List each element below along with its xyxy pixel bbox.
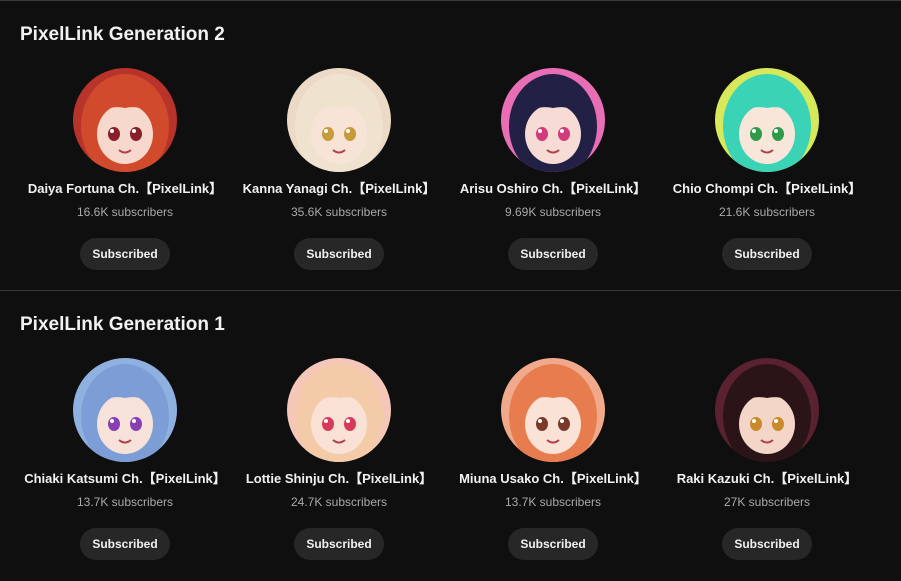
subscriber-count: 35.6K subscribers bbox=[290, 205, 388, 219]
channel-row: Daiya Fortuna Ch.【PixelLink】 16.6K subsc… bbox=[18, 68, 874, 270]
channel-name[interactable]: Chiaki Katsumi Ch.【PixelLink】 bbox=[24, 470, 226, 488]
subscriber-count: 9.69K subscribers bbox=[504, 205, 602, 219]
channel-name[interactable]: Raki Kazuki Ch.【PixelLink】 bbox=[677, 470, 858, 488]
channel-avatar[interactable] bbox=[501, 358, 605, 462]
channel-avatar[interactable] bbox=[287, 358, 391, 462]
channel-avatar[interactable] bbox=[715, 68, 819, 172]
subscribed-button[interactable]: Subscribed bbox=[294, 238, 384, 270]
shelf-generation-2: PixelLink Generation 2 Daiya Fortuna Ch.… bbox=[0, 0, 901, 290]
subscribed-button[interactable]: Subscribed bbox=[294, 528, 384, 560]
channel-card: Chiaki Katsumi Ch.【PixelLink】 13.7K subs… bbox=[18, 358, 232, 560]
subscribed-button[interactable]: Subscribed bbox=[722, 238, 812, 270]
channel-avatar[interactable] bbox=[501, 68, 605, 172]
channel-avatar[interactable] bbox=[287, 68, 391, 172]
channel-card: Raki Kazuki Ch.【PixelLink】 27K subscribe… bbox=[660, 358, 874, 560]
subscribed-button[interactable]: Subscribed bbox=[508, 528, 598, 560]
channel-name[interactable]: Miuna Usako Ch.【PixelLink】 bbox=[459, 470, 647, 488]
channel-row: Chiaki Katsumi Ch.【PixelLink】 13.7K subs… bbox=[18, 358, 874, 560]
channel-card: Chio Chompi Ch.【PixelLink】 21.6K subscri… bbox=[660, 68, 874, 270]
subscriber-count: 24.7K subscribers bbox=[290, 495, 388, 509]
subscriber-count: 13.7K subscribers bbox=[76, 495, 174, 509]
channel-avatar[interactable] bbox=[73, 68, 177, 172]
channel-avatar[interactable] bbox=[715, 358, 819, 462]
subscriber-count: 21.6K subscribers bbox=[718, 205, 816, 219]
channel-name[interactable]: Arisu Oshiro Ch.【PixelLink】 bbox=[460, 180, 646, 198]
shelf-generation-1: PixelLink Generation 1 Chiaki Katsumi Ch… bbox=[0, 290, 901, 580]
channel-card: Daiya Fortuna Ch.【PixelLink】 16.6K subsc… bbox=[18, 68, 232, 270]
subscribed-button[interactable]: Subscribed bbox=[80, 528, 170, 560]
subscriber-count: 13.7K subscribers bbox=[504, 495, 602, 509]
channel-avatar[interactable] bbox=[73, 358, 177, 462]
channel-name[interactable]: Lottie Shinju Ch.【PixelLink】 bbox=[246, 470, 432, 488]
channel-card: Miuna Usako Ch.【PixelLink】 13.7K subscri… bbox=[446, 358, 660, 560]
subscriber-count: 16.6K subscribers bbox=[76, 205, 174, 219]
shelf-title[interactable]: PixelLink Generation 2 bbox=[20, 24, 225, 46]
shelf-title[interactable]: PixelLink Generation 1 bbox=[20, 314, 225, 336]
channel-name[interactable]: Daiya Fortuna Ch.【PixelLink】 bbox=[28, 180, 222, 198]
subscribed-button[interactable]: Subscribed bbox=[80, 238, 170, 270]
subscribed-button[interactable]: Subscribed bbox=[722, 528, 812, 560]
channel-card: Lottie Shinju Ch.【PixelLink】 24.7K subsc… bbox=[232, 358, 446, 560]
channel-name[interactable]: Kanna Yanagi Ch.【PixelLink】 bbox=[243, 180, 436, 198]
channel-card: Arisu Oshiro Ch.【PixelLink】 9.69K subscr… bbox=[446, 68, 660, 270]
subscribed-button[interactable]: Subscribed bbox=[508, 238, 598, 270]
channel-name[interactable]: Chio Chompi Ch.【PixelLink】 bbox=[673, 180, 862, 198]
channel-card: Kanna Yanagi Ch.【PixelLink】 35.6K subscr… bbox=[232, 68, 446, 270]
subscriber-count: 27K subscribers bbox=[723, 495, 811, 509]
